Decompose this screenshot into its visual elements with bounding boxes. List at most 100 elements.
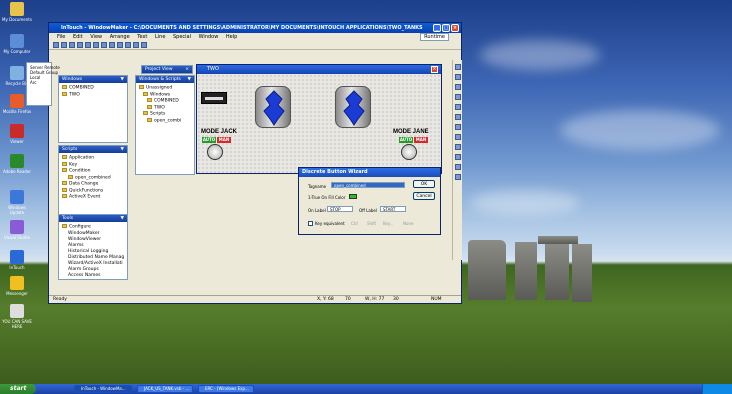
polygon-tool-icon[interactable] bbox=[455, 114, 461, 120]
wizard-tool-icon[interactable] bbox=[455, 154, 461, 160]
dialog-title: Discrete Button Wizard bbox=[299, 168, 440, 177]
app-icon bbox=[10, 250, 24, 264]
task-jack[interactable]: JACK_US_TANK.vsb - ... bbox=[137, 385, 193, 393]
app-icon bbox=[10, 66, 24, 80]
desktop-icon[interactable]: InTouch bbox=[2, 250, 32, 270]
off-label-input[interactable]: START bbox=[380, 206, 406, 212]
on-label-input[interactable]: STOP bbox=[327, 206, 353, 212]
desktop-icon[interactable]: My Documents bbox=[2, 2, 32, 22]
status-num: NUM bbox=[431, 297, 442, 302]
menu-line[interactable]: Line bbox=[155, 34, 165, 40]
tree-item[interactable]: Access Names bbox=[62, 273, 124, 279]
trend-tool-icon[interactable] bbox=[455, 164, 461, 170]
key-equivalent-label: Key equivalent bbox=[315, 221, 345, 226]
underline-icon[interactable] bbox=[125, 42, 131, 48]
save-icon[interactable] bbox=[69, 42, 75, 48]
bold-icon[interactable] bbox=[109, 42, 115, 48]
drawing-toolstrip bbox=[452, 60, 462, 260]
runtime-button[interactable]: Runtime bbox=[420, 33, 449, 41]
menu-arrange[interactable]: Arrange bbox=[110, 34, 130, 40]
select-tool-icon[interactable] bbox=[455, 64, 461, 70]
on-label-text: On Label bbox=[308, 208, 326, 213]
cell-tool-icon[interactable] bbox=[455, 174, 461, 180]
close-icon[interactable]: × bbox=[431, 66, 438, 73]
desktop-icon[interactable]: My Computer bbox=[2, 34, 32, 54]
auto-button-left[interactable]: AUTO bbox=[202, 137, 216, 143]
menu-text[interactable]: Text bbox=[137, 34, 147, 40]
start-button[interactable]: start bbox=[0, 384, 36, 394]
italic-icon[interactable] bbox=[117, 42, 123, 48]
man-button-right[interactable]: MAN bbox=[414, 137, 428, 143]
desktop-icon[interactable]: Visual Studio bbox=[2, 220, 32, 240]
align-icon[interactable] bbox=[133, 42, 139, 48]
menu-help[interactable]: Help bbox=[226, 34, 237, 40]
ok-button[interactable]: OK bbox=[413, 180, 435, 188]
fill-color-swatch[interactable] bbox=[349, 194, 357, 199]
desktop-icon[interactable]: Viewer bbox=[2, 124, 32, 144]
minimize-icon[interactable]: _ bbox=[433, 24, 441, 32]
fill-color-label: 1-True On Fill Color bbox=[308, 195, 346, 200]
server-tree[interactable]: Server Remote Default Group Local Arc bbox=[26, 62, 60, 106]
line-tool-icon[interactable] bbox=[455, 94, 461, 100]
undo-icon[interactable] bbox=[101, 42, 107, 48]
desktop-icon[interactable]: Messenger bbox=[2, 276, 32, 296]
open-icon[interactable] bbox=[61, 42, 67, 48]
button-tool-icon[interactable] bbox=[455, 144, 461, 150]
discrete-button-wizard[interactable]: Discrete Button Wizard Tagname open_comb… bbox=[298, 167, 441, 235]
drawing-canvas[interactable]: MODE JACK AUTO MAN MODE JANE AUTO MAN bbox=[197, 74, 441, 173]
zoom-icon[interactable] bbox=[141, 42, 147, 48]
task-erc[interactable]: ERC - [Windows Exp... bbox=[198, 385, 254, 393]
bitmap-tool-icon[interactable] bbox=[455, 134, 461, 140]
cut-icon[interactable] bbox=[77, 42, 83, 48]
desktop-icon[interactable]: Adobe Reader bbox=[2, 154, 32, 174]
tree-item[interactable]: Arc bbox=[30, 80, 48, 85]
ellipse-tool-icon[interactable] bbox=[455, 84, 461, 90]
key-equivalent-checkbox[interactable] bbox=[308, 221, 313, 226]
rectangle-tool-icon[interactable] bbox=[455, 74, 461, 80]
tagname-input[interactable]: open_combined bbox=[331, 182, 405, 188]
cancel-button[interactable]: Cancel bbox=[413, 192, 435, 200]
project-view-header: Project View × bbox=[142, 66, 192, 73]
windows-scripts-pane[interactable]: Windows & Scripts ▼ Unassigned Windows CO… bbox=[135, 75, 195, 175]
desktop-icon[interactable]: Windows Update bbox=[2, 190, 32, 215]
canvas-titlebar[interactable]: TWO × bbox=[197, 65, 441, 74]
canvas-window-two[interactable]: TWO × MODE JACK AUTO MAN MODE JANE AUTO … bbox=[196, 64, 442, 174]
desktop-icon[interactable]: YOU CAN SAVE HERE bbox=[2, 304, 32, 329]
desktop-icon-label: Windows Update bbox=[8, 205, 26, 215]
new-icon[interactable] bbox=[53, 42, 59, 48]
selector-knob-left[interactable] bbox=[207, 144, 223, 160]
project-view-pane[interactable]: Project View × bbox=[141, 65, 193, 74]
none-label: None bbox=[403, 221, 414, 226]
auto-button-right[interactable]: AUTO bbox=[399, 137, 413, 143]
menu-view[interactable]: View bbox=[90, 34, 102, 40]
app-icon bbox=[10, 304, 24, 318]
desktop-icon-label: Messenger bbox=[6, 291, 28, 296]
window-titlebar[interactable]: InTouch - WindowMaker - C:\DOCUMENTS AND… bbox=[49, 23, 461, 33]
tools-pane[interactable]: Tools ▼ Configure WindowMaker WindowViewe… bbox=[58, 214, 128, 280]
menu-file[interactable]: File bbox=[57, 34, 65, 40]
app-icon bbox=[10, 190, 24, 204]
tree-item[interactable]: ActiveX Event bbox=[62, 194, 124, 201]
status-h: 30 bbox=[393, 297, 399, 302]
pump-left[interactable] bbox=[255, 86, 291, 128]
copy-icon[interactable] bbox=[85, 42, 91, 48]
paste-icon[interactable] bbox=[93, 42, 99, 48]
close-icon[interactable]: × bbox=[451, 24, 459, 32]
menu-special[interactable]: Special bbox=[173, 34, 191, 40]
menu-window[interactable]: Window bbox=[199, 34, 219, 40]
man-button-left[interactable]: MAN bbox=[217, 137, 231, 143]
tree-item[interactable]: TWO bbox=[62, 91, 124, 99]
pump-right[interactable] bbox=[335, 86, 371, 128]
polyline-tool-icon[interactable] bbox=[455, 104, 461, 110]
selector-knob-right[interactable] bbox=[401, 144, 417, 160]
desktop-icon-label: Viewer bbox=[10, 139, 24, 144]
status-w: W, H: 77 bbox=[365, 297, 385, 302]
menu-edit[interactable]: Edit bbox=[73, 34, 83, 40]
scripts-pane[interactable]: Scripts ▼ Application Key Condition open_… bbox=[58, 145, 128, 215]
task-intouch[interactable]: InTouch - WindowMa... bbox=[74, 385, 132, 393]
text-tool-icon[interactable] bbox=[455, 124, 461, 130]
maximize-icon[interactable]: □ bbox=[442, 24, 450, 32]
app-icon bbox=[10, 154, 24, 168]
windows-pane[interactable]: Windows ▼ COMBINED TWO bbox=[58, 75, 128, 143]
tree-item[interactable]: open_combi bbox=[139, 117, 191, 125]
